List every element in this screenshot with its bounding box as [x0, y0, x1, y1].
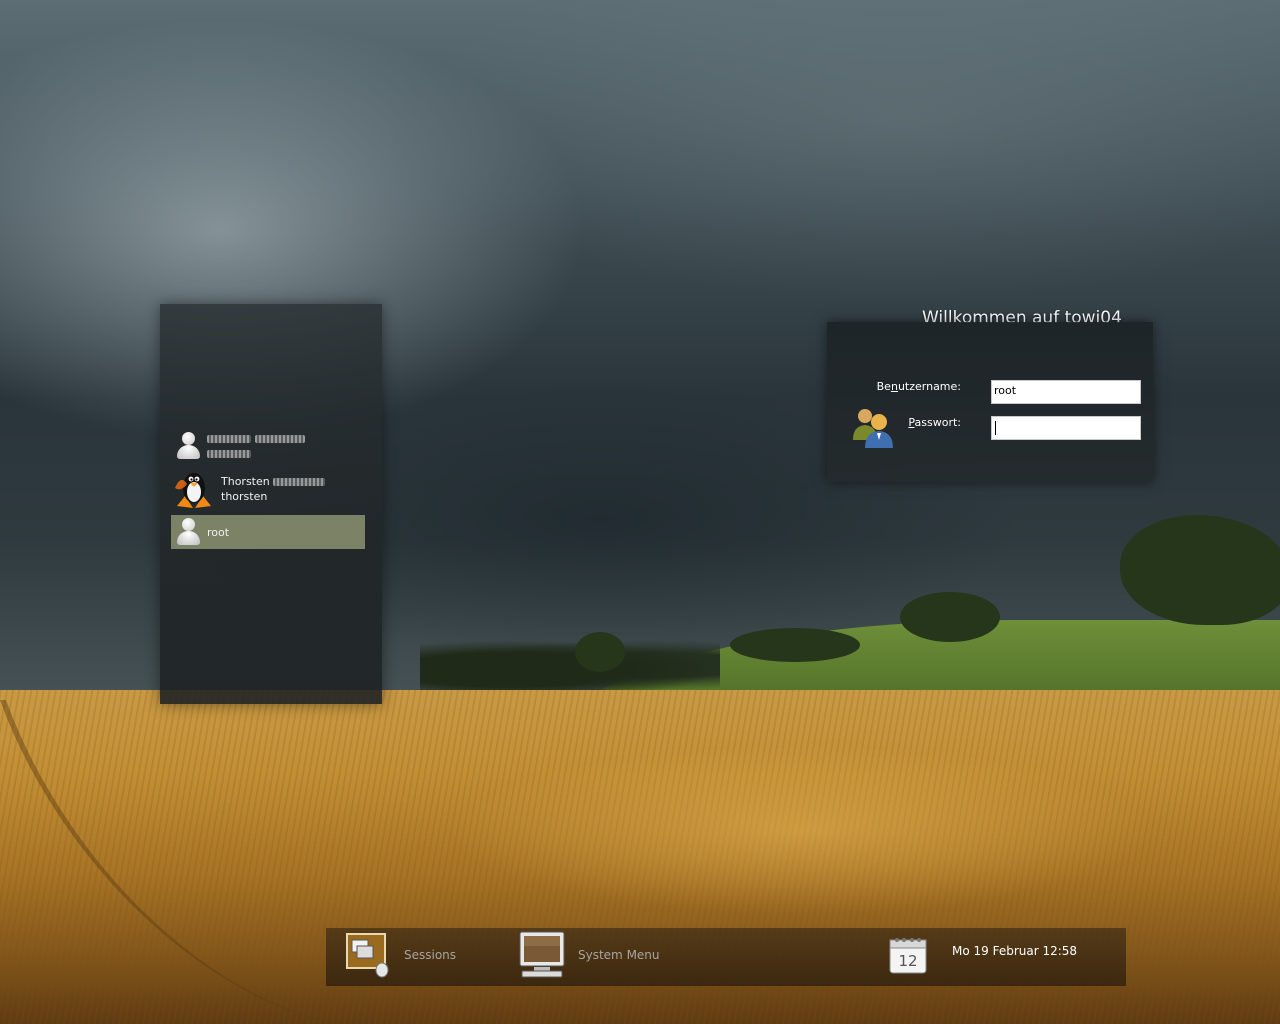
user-list-item[interactable]: Thorsten thorsten — [171, 464, 365, 514]
calendar-day-number: 12 — [898, 952, 917, 970]
generic-user-icon — [175, 517, 201, 547]
user-list-panel: Thorsten thorsten root — [160, 304, 382, 704]
calendar-clock[interactable]: 12 — [888, 934, 928, 976]
sessions-icon — [346, 933, 389, 978]
user-texts: root — [207, 525, 229, 540]
calendar-icon: 12 — [889, 938, 927, 974]
tree — [730, 628, 860, 662]
username-input[interactable]: root — [991, 380, 1141, 404]
tree — [575, 632, 625, 672]
user-texts: Thorsten thorsten — [221, 474, 326, 504]
clock-text: Mo 19 Februar 12:58 — [952, 944, 1078, 958]
user-display-name: Thorsten — [221, 475, 270, 488]
user-redacted-texts — [207, 431, 305, 461]
tux-penguin-icon — [175, 473, 211, 508]
users-group-icon — [853, 409, 893, 448]
user-login-name: thorsten — [221, 490, 268, 503]
computer-monitor-icon — [519, 931, 565, 978]
tree — [900, 592, 1000, 642]
system-menu-label: System Menu — [578, 948, 660, 962]
system-menu-button[interactable]: System Menu — [518, 930, 660, 980]
sessions-button[interactable]: Sessions — [345, 932, 456, 978]
treeline — [420, 640, 720, 690]
tree — [1120, 515, 1280, 625]
username-label: Benutzername: — [876, 380, 961, 393]
text-caret — [995, 421, 996, 435]
redacted-surname — [273, 478, 326, 486]
user-list-item-selected[interactable]: root — [171, 515, 365, 549]
sessions-label: Sessions — [404, 948, 457, 962]
username-value: root — [994, 384, 1017, 397]
user-list-item[interactable] — [171, 428, 365, 464]
user-display-name: root — [207, 525, 230, 539]
generic-user-icon — [175, 431, 201, 461]
password-input[interactable] — [991, 416, 1141, 440]
